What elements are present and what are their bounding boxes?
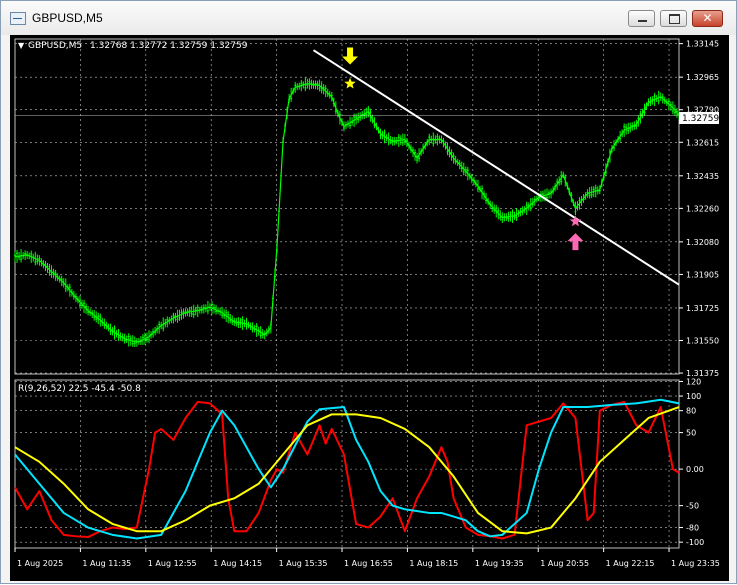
price-tick-label: 1.31905 [686,270,719,279]
time-tick-label: 1 Aug 19:35 [475,559,524,568]
time-tick-label: 1 Aug 12:55 [148,559,197,568]
price-axis: 1.331451.329651.327901.326151.324351.322… [679,40,719,378]
price-pane-title: GBPUSD,M5 [28,41,82,51]
price-tick-label: 1.32080 [686,238,719,247]
indicator-tick-label: -100 [686,538,704,547]
indicator-tick-label: 120 [686,377,701,386]
window-title: GBPUSD,M5 [32,11,103,25]
price-candles [14,77,680,348]
price-tick-label: 1.32260 [686,204,719,213]
price-tick-label: 1.31550 [686,337,719,346]
price-tick-label: 1.32615 [686,138,719,147]
indicator-tick-label: 100 [686,392,701,401]
price-tick-label: 1.32965 [686,73,719,82]
star-marker-icon [344,77,356,89]
indicator-label: R(9,26,52) 22.5 -45.4 -50.8 [18,384,141,394]
time-tick-label: 1 Aug 20:55 [540,559,589,568]
star-marker-icon [569,215,582,227]
time-tick-label: 1 Aug 15:35 [279,559,328,568]
time-tick-label: 1 Aug 22:15 [606,559,655,568]
chart-window: GBPUSD,M5 ✕ 1.33145 1.32965 1.32790 1.32615… [0,0,737,584]
close-button[interactable]: ✕ [692,10,723,27]
price-tick-label: 1.32435 [686,172,719,181]
time-tick-label: 1 Aug 23:35 [671,559,720,568]
minimize-icon [629,11,654,26]
time-tick-label: 1 Aug 18:15 [409,559,458,568]
time-tick-label: 1 Aug 16:55 [344,559,393,568]
indicator-tick-label: -80 [686,524,699,533]
overlays [312,47,680,286]
indicator-lines [14,398,680,540]
title-bar[interactable]: GBPUSD,M5 ✕ [1,1,736,35]
chart-svg[interactable]: 1.331451.329651.327901.326151.324351.322… [10,35,729,581]
price-tick-label: 1.31725 [686,304,719,313]
minimize-button[interactable] [628,10,655,27]
sell-arrow-icon [342,47,359,65]
price-pane-ohlc: 1.32768 1.32772 1.32759 1.32759 [90,41,248,51]
time-axis: 1 Aug 2025 1 Aug 11:35 1 Aug 12:55 1 Aug 14… [14,548,720,568]
maximize-button[interactable] [660,10,687,27]
indicator-line-red [14,400,680,540]
symbol-dropdown-icon[interactable]: ▼ [18,41,25,50]
indicator-tick-label: 0.00 [686,465,704,474]
chart-area[interactable]: 1.33145 1.32965 1.32790 1.32615 1.32435 1.322… [10,35,729,581]
price-tick-label: 1.33145 [686,40,719,49]
time-tick-label: 1 Aug 11:35 [82,559,131,568]
maximize-icon [661,11,686,26]
chart-window-icon [10,12,26,25]
trendline [312,49,680,286]
current-price-label: 1.32759 [682,114,719,124]
indicator-axis: 120 100 80 50 0.00 -50 -80 -100 [679,377,704,547]
close-icon: ✕ [702,11,713,25]
indicator-tick-label: 80 [686,407,696,416]
time-tick-label: 1 Aug 14:15 [213,559,262,568]
indicator-tick-label: 50 [686,429,696,438]
price-line [14,83,680,344]
indicator-pane[interactable] [14,379,680,549]
time-tick-label: 1 Aug 2025 [17,559,63,568]
indicator-tick-label: -50 [686,502,699,511]
